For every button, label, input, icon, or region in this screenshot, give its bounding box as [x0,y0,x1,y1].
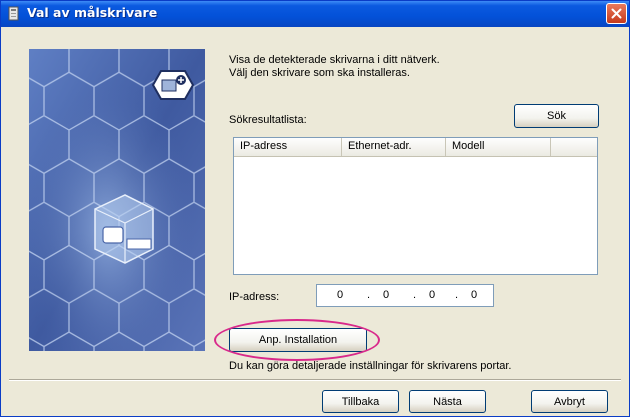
close-button[interactable] [606,3,627,24]
ip-dot-3: . [455,289,459,301]
intro-line-1: Visa de detekterade skrivarna i ditt nät… [229,54,440,66]
next-button[interactable]: Nästa [409,390,486,413]
printer-setup-icon [8,6,19,21]
footer-separator [9,379,621,381]
illustration-panel [29,49,205,351]
search-button[interactable]: Sök [514,104,599,128]
results-list-header: IP-adress Ethernet-adr. Modell [234,138,597,157]
ip-address-input[interactable]: 0 . 0 . 0 . 0 [316,284,494,307]
ip-dot-1: . [367,289,371,301]
window-title: Val av målskrivare [27,5,158,20]
ip-dot-2: . [413,289,417,301]
title-bar[interactable]: Val av målskrivare [1,1,629,27]
ip-address-label: IP-adress: [229,291,280,303]
search-results-label: Sökresultatlista: [229,114,307,126]
highlight-ellipse [214,319,380,361]
ip-octet-4[interactable]: 0 [471,289,477,301]
column-ip-address[interactable]: IP-adress [234,138,342,156]
ip-octet-2[interactable]: 0 [383,289,389,301]
ip-octet-1[interactable]: 0 [337,289,343,301]
intro-line-2: Välj den skrivare som ska installeras. [229,67,410,79]
back-button[interactable]: Tillbaka [322,390,399,413]
column-ethernet-address[interactable]: Ethernet-adr. [342,138,446,156]
column-model[interactable]: Modell [446,138,551,156]
close-icon [611,8,622,19]
results-list[interactable]: IP-adress Ethernet-adr. Modell [233,137,598,275]
column-extra[interactable] [551,138,597,156]
dialog-window: Val av målskrivare Visa de detekterade s… [0,0,630,417]
custom-installation-description: Du kan göra detaljerade inställningar fö… [229,360,512,372]
cancel-button[interactable]: Avbryt [531,390,608,413]
network-printer-illustration [29,49,205,351]
ip-octet-3[interactable]: 0 [429,289,435,301]
